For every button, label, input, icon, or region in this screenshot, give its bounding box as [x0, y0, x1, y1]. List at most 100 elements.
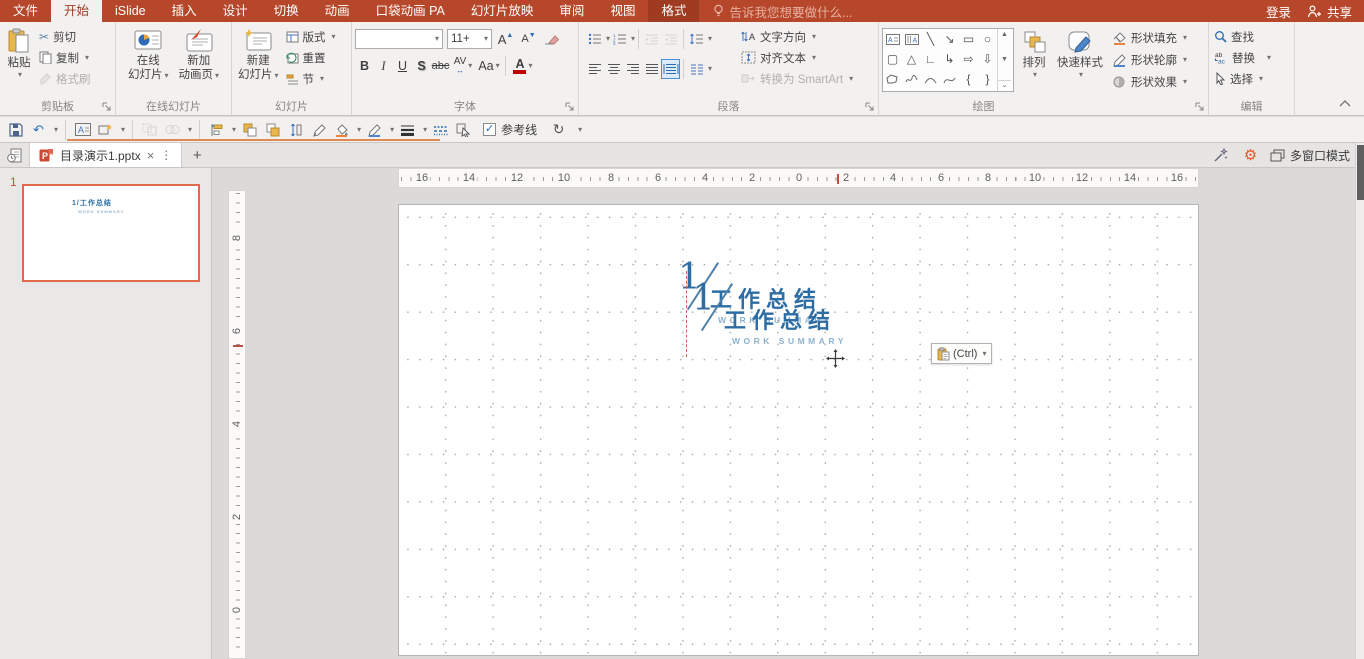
quick-styles-button[interactable]: 快速样式 ▾: [1054, 28, 1106, 81]
qat-fill-color-button[interactable]: [332, 120, 351, 140]
line-weight-button[interactable]: [398, 120, 417, 140]
paragraph-dialog-launcher[interactable]: [865, 102, 874, 111]
strikethrough-button[interactable]: abc: [431, 56, 450, 76]
text-direction-button[interactable]: A 文字方向 ▾: [739, 26, 855, 47]
qat-align-button[interactable]: [207, 120, 226, 140]
tell-me-box[interactable]: 告诉我您想要做什么...: [713, 0, 852, 22]
tab-slideshow[interactable]: 幻灯片放映: [458, 0, 547, 22]
layout-button[interactable]: 版式 ▾: [284, 26, 338, 47]
quick-styles-dropdown[interactable]: ▾: [1079, 71, 1083, 79]
shape-curve-icon[interactable]: [940, 69, 959, 89]
format-painter-button[interactable]: 格式刷: [37, 68, 93, 89]
paste-dropdown[interactable]: ▾: [18, 71, 22, 79]
clipboard-dialog-launcher[interactable]: [102, 102, 111, 111]
gallery-more-button[interactable]: ⌄: [998, 80, 1011, 89]
numbering-dropdown[interactable]: ▾: [631, 35, 635, 43]
undo-button[interactable]: ↶: [29, 120, 48, 140]
italic-button[interactable]: I: [374, 56, 393, 76]
font-name-combo[interactable]: ▾: [355, 29, 443, 49]
align-text-dropdown[interactable]: ▾: [812, 53, 816, 62]
drawing-dialog-launcher[interactable]: [1195, 102, 1204, 111]
resize-height-button[interactable]: [286, 120, 305, 140]
shrink-font-button[interactable]: A ▼: [519, 29, 538, 49]
shape-effects-dropdown[interactable]: ▾: [1183, 78, 1187, 86]
line-spacing-button[interactable]: [687, 29, 706, 49]
qat-group-button[interactable]: [140, 120, 159, 140]
text-shadow-button[interactable]: S: [412, 56, 431, 76]
font-size-combo[interactable]: 11+ ▾: [447, 29, 492, 49]
tab-review[interactable]: 审阅: [546, 0, 597, 22]
grow-font-button[interactable]: A ▲: [496, 29, 515, 49]
vertical-scrollbar[interactable]: [1355, 143, 1364, 659]
increase-indent-button[interactable]: [661, 29, 680, 49]
clear-formatting-button[interactable]: [542, 29, 561, 49]
animation-page-dropdown[interactable]: ▾: [215, 71, 219, 80]
online-slide-dropdown[interactable]: ▾: [164, 71, 168, 80]
font-name-dropdown[interactable]: ▾: [435, 35, 439, 43]
shape-block-arrow-down-icon[interactable]: ⇩: [978, 49, 997, 69]
share-button[interactable]: 共享: [1327, 2, 1352, 21]
align-center-button[interactable]: [604, 59, 623, 79]
slide-thumbnail-1[interactable]: 1/工作总结 WORK SUMMARY: [22, 184, 200, 282]
qat-textbox-button[interactable]: A: [73, 120, 92, 140]
document-tab-menu-icon[interactable]: ⋮: [160, 148, 172, 162]
horizontal-ruler[interactable]: 16 14 12 10 8 6 4 2 0 2 4 6 8 10 12 14 1…: [398, 168, 1199, 188]
arrange-button[interactable]: 排列 ▾: [1018, 28, 1050, 81]
qat-align-dropdown[interactable]: ▾: [232, 125, 236, 134]
shape-block-arrow-right-icon[interactable]: ⇨: [959, 49, 978, 69]
dash-style-button[interactable]: [431, 120, 450, 140]
character-spacing-button[interactable]: AV ↔ ▾: [450, 56, 476, 76]
vertical-scrollbar-thumb[interactable]: [1357, 145, 1364, 200]
tab-file[interactable]: 文件: [0, 0, 51, 22]
align-text-button[interactable]: 对齐文本 ▾: [739, 47, 855, 68]
justify-button[interactable]: [642, 59, 661, 79]
close-document-icon[interactable]: ×: [147, 148, 155, 163]
qat-more-dropdown[interactable]: ▾: [578, 125, 582, 134]
tab-home[interactable]: 开始: [51, 0, 103, 22]
new-animation-page-button[interactable]: 新加 动画页 ▾: [176, 26, 223, 84]
shape-vertical-textbox-icon[interactable]: A: [902, 29, 921, 49]
font-color-dropdown[interactable]: ▾: [528, 62, 532, 70]
copy-dropdown[interactable]: ▾: [85, 53, 89, 62]
shape-fill-button[interactable]: 形状填充 ▾: [1110, 27, 1189, 49]
shape-elbow-connector-icon[interactable]: ∟: [921, 49, 940, 69]
send-backward-button[interactable]: [263, 120, 282, 140]
shape-outline-button[interactable]: 形状轮廓 ▾: [1110, 49, 1189, 71]
select-button[interactable]: 选择 ▾: [1212, 68, 1291, 89]
find-button[interactable]: 查找: [1212, 26, 1291, 47]
numbering-button[interactable]: 123: [610, 29, 629, 49]
font-dialog-launcher[interactable]: [565, 102, 574, 111]
new-slide-dropdown[interactable]: ▾: [275, 71, 279, 80]
document-tab[interactable]: P 目录演示1.pptx × ⋮: [30, 143, 183, 167]
paste-options-button[interactable]: (Ctrl) ▾: [931, 343, 993, 364]
shape-elbow-arrow-icon[interactable]: ↳: [940, 49, 959, 69]
shape-arc-icon[interactable]: [921, 69, 940, 89]
decrease-indent-button[interactable]: [642, 29, 661, 49]
collapse-ribbon-button[interactable]: [1339, 100, 1351, 107]
guides-checkbox[interactable]: ✓: [483, 123, 497, 136]
arrange-dropdown[interactable]: ▾: [1033, 71, 1037, 79]
section-button[interactable]: 节 ▾: [284, 68, 338, 89]
qat-format-painter-button[interactable]: [309, 120, 328, 140]
tab-transitions[interactable]: 切换: [261, 0, 312, 22]
text-direction-dropdown[interactable]: ▾: [812, 32, 816, 41]
change-case-button[interactable]: Aa ▾: [476, 56, 502, 76]
new-slide-button[interactable]: 新建 幻灯片 ▾: [235, 26, 282, 89]
replace-dropdown[interactable]: ▾: [1267, 53, 1271, 62]
shape-rounded-rectangle-icon[interactable]: ▢: [883, 49, 902, 69]
recent-files-button[interactable]: [0, 143, 30, 167]
shape-effects-button[interactable]: 形状效果 ▾: [1110, 71, 1189, 93]
line-spacing-dropdown[interactable]: ▾: [708, 35, 712, 43]
qat-shape-dropdown[interactable]: ▾: [121, 125, 125, 134]
underline-button[interactable]: U: [393, 56, 412, 76]
shape-rectangle-icon[interactable]: ▭: [959, 29, 978, 49]
shape-arrow-icon[interactable]: ↘: [940, 29, 959, 49]
undo-dropdown[interactable]: ▾: [54, 125, 58, 134]
reset-button[interactable]: 重置: [284, 47, 338, 68]
gallery-scroll-up[interactable]: ▲: [1001, 31, 1008, 38]
tab-insert[interactable]: 插入: [159, 0, 210, 22]
align-left-button[interactable]: [585, 59, 604, 79]
qat-ungroup-button[interactable]: [163, 120, 182, 140]
shape-freeform-icon[interactable]: [883, 69, 902, 89]
tab-design[interactable]: 设计: [210, 0, 261, 22]
